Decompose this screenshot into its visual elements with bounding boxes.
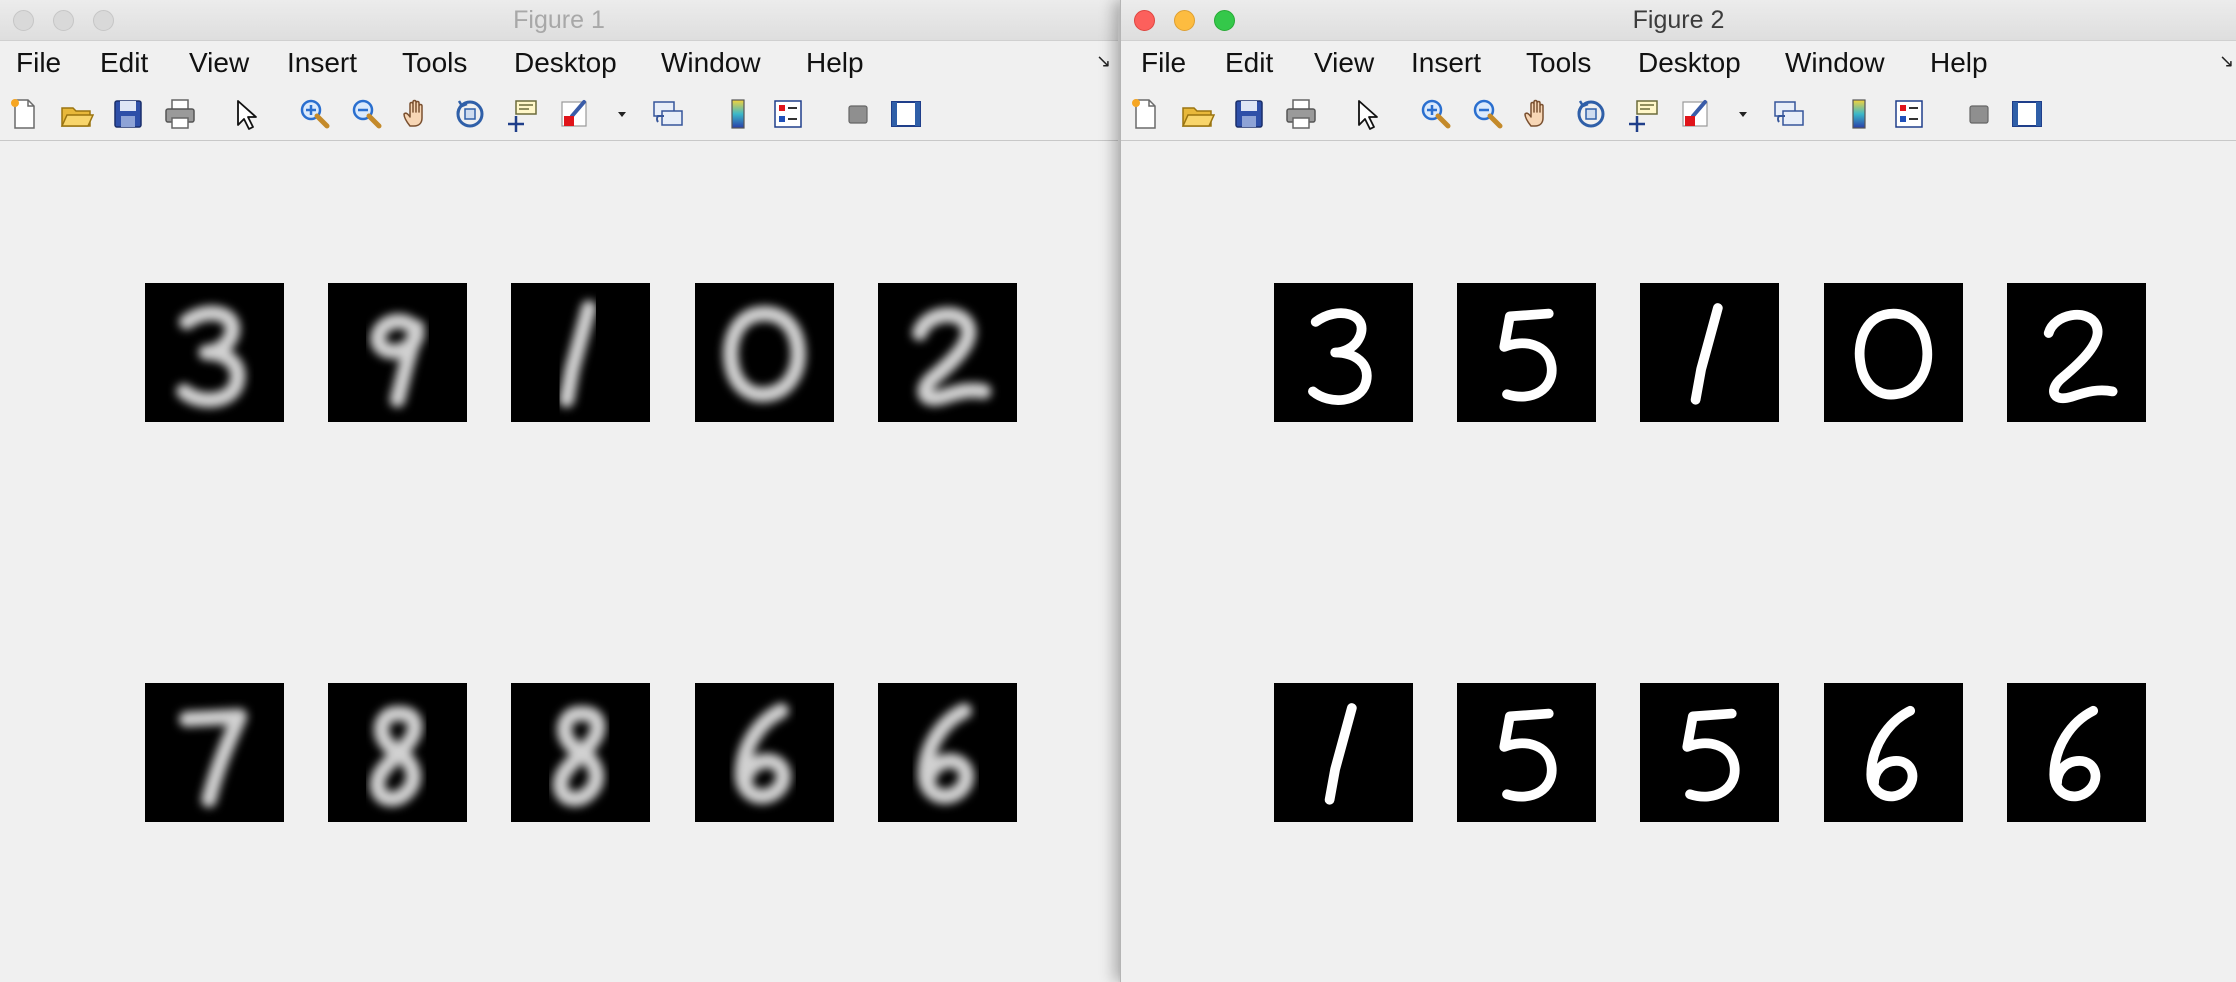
show-plot-tools-icon[interactable] xyxy=(888,96,924,132)
menu-help[interactable]: Help xyxy=(806,47,864,79)
digit-image-6 xyxy=(2007,683,2146,822)
save-icon[interactable] xyxy=(1231,96,1267,132)
figure-toolbar xyxy=(0,90,1118,141)
dock-figure-icon[interactable]: ↘ xyxy=(1096,51,1111,72)
title-bar[interactable]: Figure 1 xyxy=(0,0,1118,41)
window-title: Figure 2 xyxy=(1632,6,1725,34)
menu-view[interactable]: View xyxy=(189,47,249,79)
figure-1-window[interactable]: Figure 1 File Edit View Insert Tools Des… xyxy=(0,0,1118,982)
digit-image-2 xyxy=(878,283,1017,422)
edit-plot-arrow-icon[interactable] xyxy=(1349,96,1385,132)
title-bar[interactable]: Figure 2 xyxy=(1121,0,2236,41)
show-plot-tools-icon[interactable] xyxy=(2009,96,2045,132)
colorbar-icon[interactable] xyxy=(720,96,756,132)
hide-plot-tools-icon[interactable] xyxy=(1961,96,1997,132)
menu-insert[interactable]: Insert xyxy=(1411,47,1481,79)
pan-hand-icon[interactable] xyxy=(400,96,436,132)
menu-file[interactable]: File xyxy=(1141,47,1186,79)
save-icon[interactable] xyxy=(110,96,146,132)
hide-plot-tools-icon[interactable] xyxy=(840,96,876,132)
data-cursor-icon[interactable] xyxy=(1625,96,1661,132)
menu-desktop[interactable]: Desktop xyxy=(514,47,617,79)
zoom-in-icon[interactable] xyxy=(296,96,332,132)
digit-image-1 xyxy=(1274,683,1413,822)
menu-bar: File Edit View Insert Tools Desktop Wind… xyxy=(1121,41,2236,85)
menu-edit[interactable]: Edit xyxy=(1225,47,1273,79)
menu-file[interactable]: File xyxy=(16,47,61,79)
brush-icon[interactable] xyxy=(556,96,592,132)
data-cursor-icon[interactable] xyxy=(504,96,540,132)
print-icon[interactable] xyxy=(1283,96,1319,132)
digit-image-2 xyxy=(2007,283,2146,422)
new-figure-icon[interactable] xyxy=(1127,96,1163,132)
dock-figure-icon[interactable]: ↘ xyxy=(2219,51,2234,72)
window-title: Figure 1 xyxy=(513,6,605,34)
digit-image-9 xyxy=(328,283,467,422)
zoom-out-icon[interactable] xyxy=(1469,96,1505,132)
digit-image-6 xyxy=(878,683,1017,822)
menu-view[interactable]: View xyxy=(1314,47,1374,79)
link-plot-icon[interactable] xyxy=(650,96,686,132)
figure-canvas xyxy=(1121,141,2236,982)
digit-image-3 xyxy=(145,283,284,422)
rotate-3d-icon[interactable] xyxy=(1573,96,1609,132)
menu-help[interactable]: Help xyxy=(1930,47,1988,79)
figure-toolbar xyxy=(1121,90,2236,141)
menu-window[interactable]: Window xyxy=(1785,47,1885,79)
brush-dropdown-icon[interactable] xyxy=(1725,96,1747,132)
pan-hand-icon[interactable] xyxy=(1521,96,1557,132)
menu-tools[interactable]: Tools xyxy=(402,47,467,79)
rotate-3d-icon[interactable] xyxy=(452,96,488,132)
brush-icon[interactable] xyxy=(1677,96,1713,132)
menu-desktop[interactable]: Desktop xyxy=(1638,47,1741,79)
new-figure-icon[interactable] xyxy=(6,96,42,132)
open-file-icon[interactable] xyxy=(58,96,94,132)
menu-tools[interactable]: Tools xyxy=(1526,47,1591,79)
legend-icon[interactable] xyxy=(770,96,806,132)
digit-image-0 xyxy=(1824,283,1963,422)
print-icon[interactable] xyxy=(162,96,198,132)
digit-image-5 xyxy=(1457,283,1596,422)
legend-icon[interactable] xyxy=(1891,96,1927,132)
digit-image-5 xyxy=(1640,683,1779,822)
digit-image-7 xyxy=(145,683,284,822)
edit-plot-arrow-icon[interactable] xyxy=(228,96,264,132)
link-plot-icon[interactable] xyxy=(1771,96,1807,132)
menu-window[interactable]: Window xyxy=(661,47,761,79)
digit-image-5 xyxy=(1457,683,1596,822)
digit-image-1 xyxy=(1640,283,1779,422)
menu-edit[interactable]: Edit xyxy=(100,47,148,79)
digit-image-0 xyxy=(695,283,834,422)
menu-bar: File Edit View Insert Tools Desktop Wind… xyxy=(0,41,1118,85)
zoom-out-icon[interactable] xyxy=(348,96,384,132)
digit-image-1 xyxy=(511,283,650,422)
digit-image-6 xyxy=(695,683,834,822)
digit-image-8 xyxy=(511,683,650,822)
figure-2-window[interactable]: Figure 2 File Edit View Insert Tools Des… xyxy=(1120,0,2236,982)
figure-canvas xyxy=(0,141,1118,982)
digit-image-8 xyxy=(328,683,467,822)
digit-image-3 xyxy=(1274,283,1413,422)
open-file-icon[interactable] xyxy=(1179,96,1215,132)
digit-image-6 xyxy=(1824,683,1963,822)
zoom-in-icon[interactable] xyxy=(1417,96,1453,132)
colorbar-icon[interactable] xyxy=(1841,96,1877,132)
brush-dropdown-icon[interactable] xyxy=(604,96,626,132)
menu-insert[interactable]: Insert xyxy=(287,47,357,79)
